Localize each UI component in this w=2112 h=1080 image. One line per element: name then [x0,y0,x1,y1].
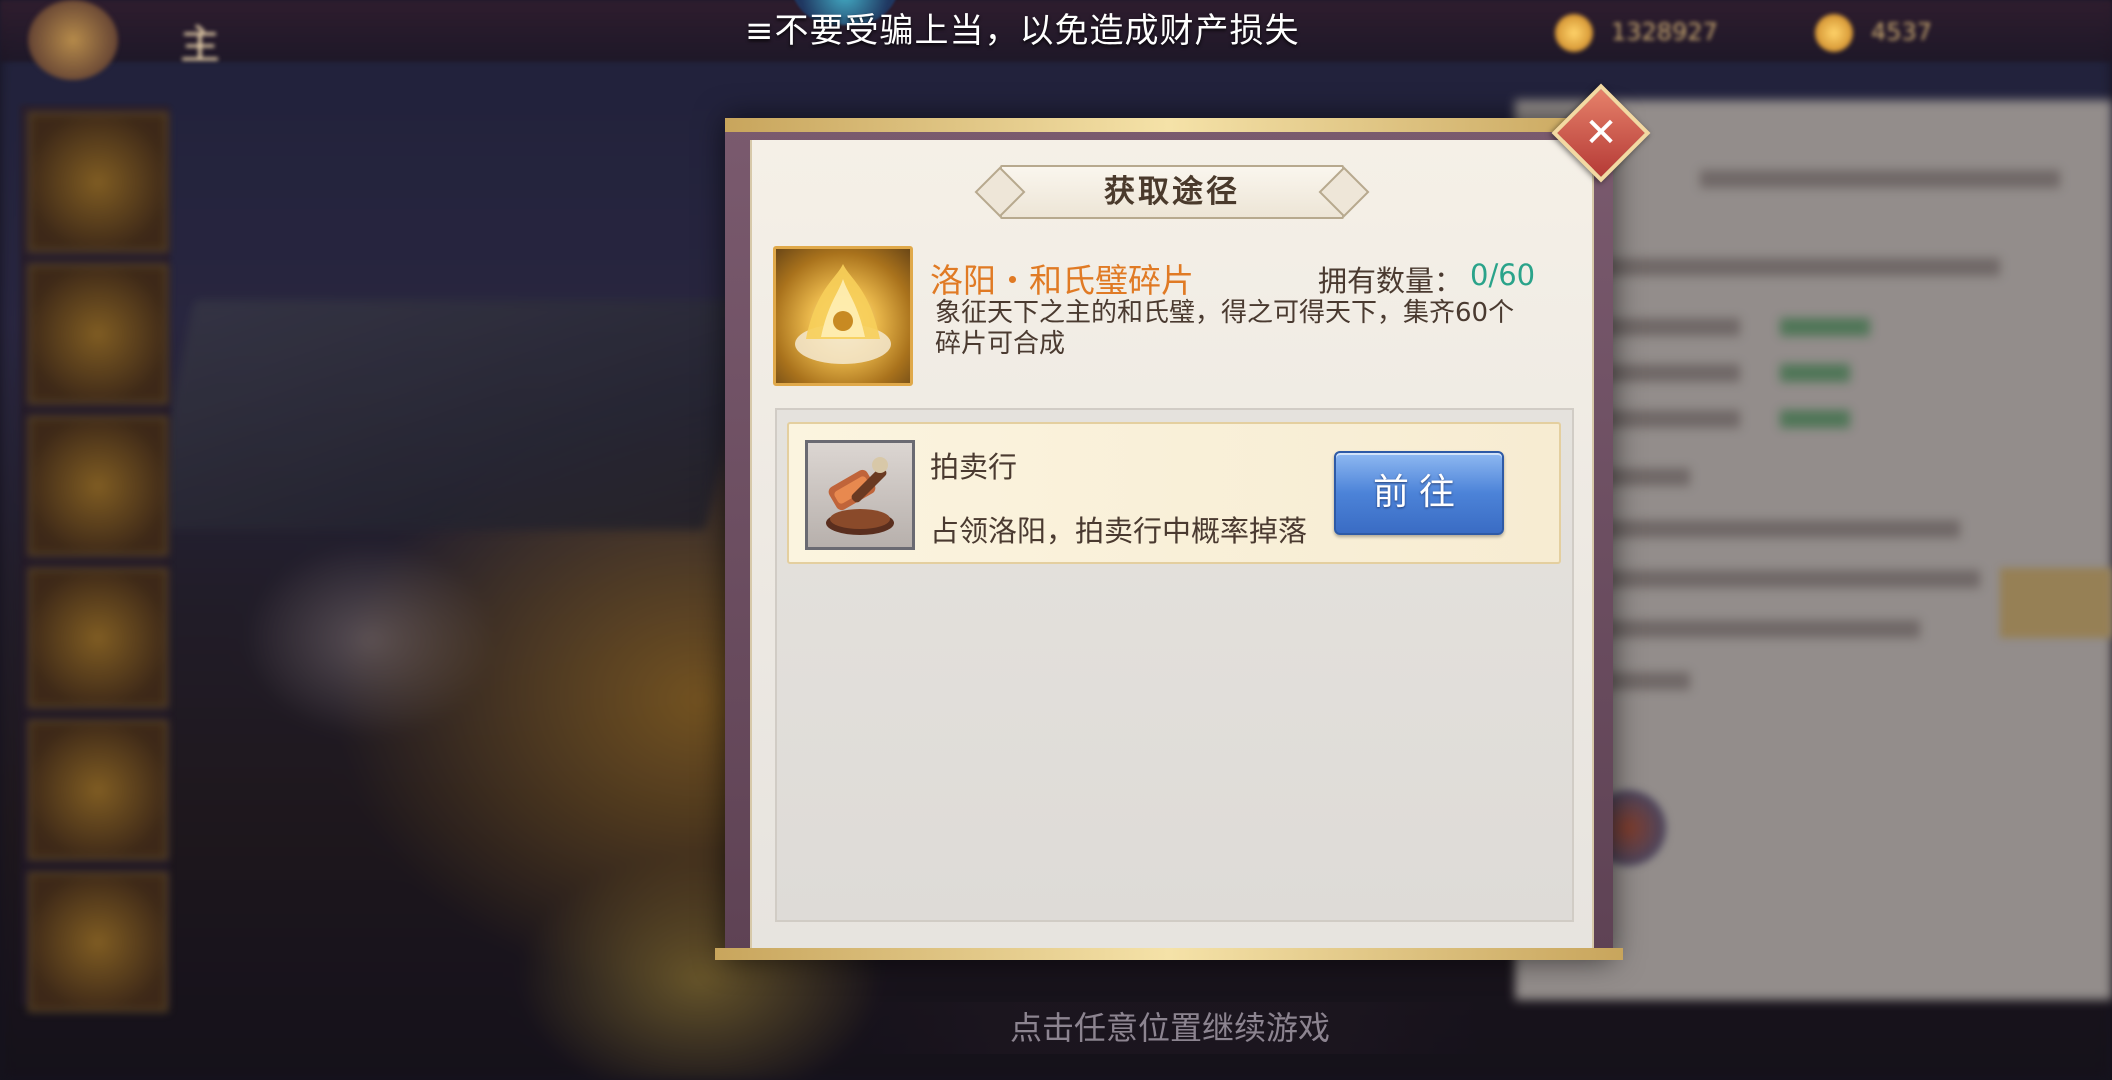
dialog-title-plaque: 获取途径 [974,165,1370,219]
ingot-icon [1815,14,1853,52]
owned-count-value: 0/60 [1470,258,1536,292]
notice-ticker: ≡不要受骗上当，以免造成财产损失 [745,11,1300,51]
frame-gold-trim [715,948,1623,960]
owned-count-label: 拥有数量： [1318,264,1464,298]
home-title: 主 [180,22,220,68]
item-name: 洛阳・和氏璧碎片 [930,261,1194,300]
item-description: 象征天下之主的和氏璧，得之可得天下，集齐60个碎片可合成 [935,298,1515,359]
frame-gold-trim [725,118,1613,132]
jade-disc-fragment-icon [773,246,913,386]
dialog-title: 获取途径 [1104,174,1240,210]
home-emblem-icon [28,0,118,80]
close-icon: ✕ [1584,110,1618,156]
source-description: 占领洛阳，拍卖行中概率掉落 [930,514,1308,548]
gold-currency: 1328927 [1555,12,1718,52]
source-title: 拍卖行 [930,450,1018,484]
auction-gavel-icon [805,440,915,550]
gold-amount: 1328927 [1611,18,1718,46]
ingot-currency: 4537 [1815,12,1932,52]
ingot-amount: 4537 [1871,18,1933,46]
go-to-button[interactable]: 前往 [1334,451,1504,535]
go-to-button-label: 前往 [1372,472,1465,513]
tap-to-continue-hint: 点击任意位置继续游戏 [1009,1009,1330,1047]
coin-icon [1555,14,1593,52]
